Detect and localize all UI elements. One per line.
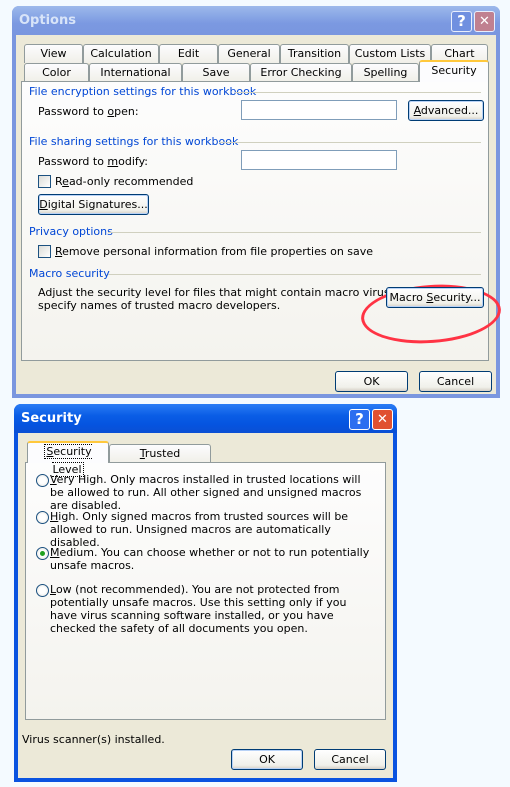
- remove-personal-checkbox[interactable]: [38, 245, 51, 258]
- cancel-button[interactable]: Cancel: [419, 371, 492, 392]
- macro-description-line1: Adjust the security level for files that…: [38, 286, 427, 299]
- tab-security-level[interactable]: Security Level: [27, 441, 109, 477]
- tab-calculation[interactable]: Calculation: [83, 44, 159, 63]
- close-icon[interactable]: ✕: [372, 409, 393, 430]
- security-level-panel: Very High. Only macros installed in trus…: [25, 462, 386, 720]
- tab-view[interactable]: View: [24, 44, 83, 63]
- very-high-label[interactable]: Very High. Only macros installed in trus…: [50, 473, 375, 512]
- options-title: Options: [19, 13, 76, 28]
- digital-signatures-button[interactable]: Digital Signatures...: [38, 194, 149, 215]
- divider: [108, 274, 481, 275]
- readonly-checkbox[interactable]: [38, 175, 51, 188]
- tab-general[interactable]: General: [218, 44, 280, 63]
- medium-label[interactable]: Medium. You can choose whether or not to…: [50, 546, 375, 572]
- password-open-label: Password to open:: [38, 105, 139, 118]
- radio-high[interactable]: [36, 511, 49, 524]
- macro-group-label: Macro security: [29, 267, 110, 280]
- security-titlebar[interactable]: Security ? ✕: [14, 404, 397, 433]
- close-icon[interactable]: ✕: [474, 11, 495, 32]
- readonly-label[interactable]: Read-only recommended: [55, 175, 193, 188]
- sharing-group-label: File sharing settings for this workbook: [29, 135, 239, 148]
- radio-medium[interactable]: [36, 547, 49, 560]
- tab-edit[interactable]: Edit: [159, 44, 218, 63]
- radio-low[interactable]: [36, 584, 49, 597]
- security-title: Security: [21, 411, 82, 426]
- tab-spelling[interactable]: Spelling: [352, 63, 419, 82]
- high-label[interactable]: High. Only signed macros from trusted so…: [50, 510, 375, 549]
- macro-description-line2: specify names of trusted macro developer…: [38, 299, 281, 312]
- help-icon[interactable]: ?: [451, 11, 472, 32]
- cancel-button[interactable]: Cancel: [314, 749, 386, 770]
- advanced-button[interactable]: Advanced...: [408, 100, 484, 121]
- low-label[interactable]: Low (not recommended). You are not prote…: [50, 583, 375, 635]
- divider: [108, 232, 481, 233]
- password-modify-label: Password to modify:: [38, 155, 149, 168]
- ok-button[interactable]: OK: [335, 371, 408, 392]
- tab-save[interactable]: Save: [182, 63, 250, 82]
- password-modify-input[interactable]: [241, 150, 397, 170]
- divider: [235, 92, 481, 93]
- tab-security[interactable]: Security: [419, 60, 489, 82]
- security-body: Security Level Trusted Publishers Very H…: [18, 433, 393, 778]
- tab-transition[interactable]: Transition: [280, 44, 349, 63]
- virus-scanner-status: Virus scanner(s) installed.: [22, 733, 165, 746]
- help-icon[interactable]: ?: [349, 409, 370, 430]
- radio-selected-dot: [40, 551, 45, 556]
- divider: [219, 142, 481, 143]
- remove-personal-label[interactable]: Remove personal information from file pr…: [55, 245, 373, 258]
- ok-button[interactable]: OK: [231, 749, 303, 770]
- options-titlebar[interactable]: Options ? ✕: [12, 6, 500, 35]
- privacy-group-label: Privacy options: [29, 225, 113, 238]
- tab-trusted-publishers[interactable]: Trusted Publishers: [109, 444, 211, 478]
- tab-color[interactable]: Color: [24, 63, 89, 82]
- radio-very-high[interactable]: [36, 474, 49, 487]
- security-dialog: Security ? ✕ Security Level Trusted Publ…: [14, 404, 397, 782]
- tab-error-checking[interactable]: Error Checking: [250, 63, 352, 82]
- encryption-group-label: File encryption settings for this workbo…: [29, 85, 257, 98]
- tab-international[interactable]: International: [89, 63, 182, 82]
- password-open-input[interactable]: [241, 100, 397, 120]
- macro-security-button[interactable]: Macro Security...: [386, 287, 484, 308]
